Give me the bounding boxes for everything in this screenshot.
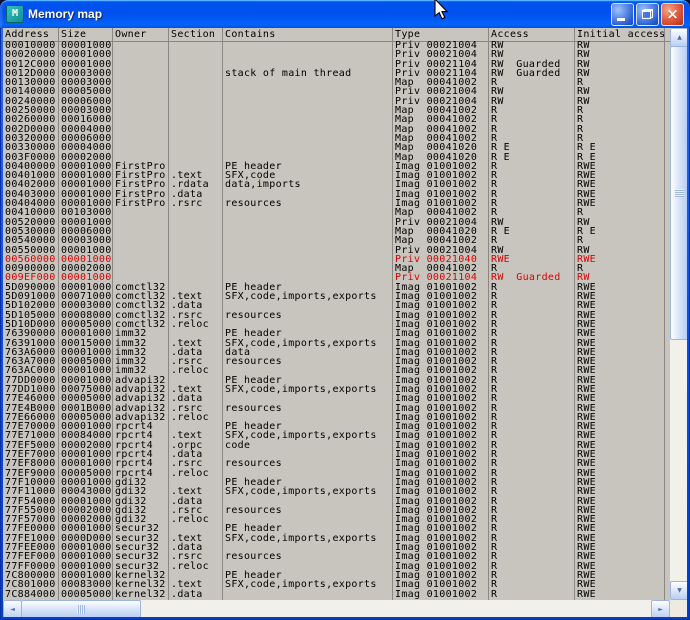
cell-section: .reloc <box>171 320 209 330</box>
cell-owner: kernel32 <box>115 590 166 600</box>
client-area: Address Size Owner Section Contains Type Acces… <box>3 28 687 617</box>
cell-contains: resources <box>225 199 282 209</box>
mouse-cursor <box>431 0 449 23</box>
cell-contains: resources <box>225 357 282 367</box>
cell-contains: resources <box>225 311 282 321</box>
restore-icon <box>642 9 653 19</box>
cell-section: .rsrc <box>171 199 203 209</box>
horizontal-scrollbar[interactable]: ◄ ► <box>3 600 670 617</box>
cell-contains: stack of main thread <box>225 69 351 79</box>
down-arrow-icon: ▼ <box>677 588 682 594</box>
left-arrow-icon: ◄ <box>10 607 15 613</box>
column-header-owner[interactable]: Owner <box>115 29 147 40</box>
table-row[interactable]: 7C884000 00005000kernel32 .data Imag 010010… <box>3 591 670 600</box>
window-title: Memory map <box>28 7 607 21</box>
cell-access: RW Guarded <box>491 69 561 79</box>
cell-section: .data <box>171 590 203 600</box>
cell-size: 00005000 <box>61 590 112 600</box>
scroll-right-button[interactable]: ► <box>651 600 670 617</box>
cell-contains: code <box>225 441 250 451</box>
memory-map-icon-letter: M <box>12 9 18 19</box>
cell-access: RW Guarded <box>491 273 561 283</box>
scroll-up-button[interactable]: ▲ <box>670 28 687 47</box>
vertical-scroll-thumb[interactable] <box>670 46 687 340</box>
close-button[interactable]: × <box>661 3 684 26</box>
cell-type: Imag 01001002 <box>395 590 477 600</box>
cell-section: .reloc <box>171 366 209 376</box>
cell-contains: SFX,code,imports,exports <box>225 534 377 544</box>
column-header-access[interactable]: Access <box>491 29 529 40</box>
column-header-type[interactable]: Type <box>395 29 420 40</box>
minimize-button[interactable] <box>611 3 634 26</box>
minimize-icon <box>617 18 625 21</box>
cell-contains: resources <box>225 552 282 562</box>
memory-map-icon[interactable]: M <box>6 5 24 23</box>
column-header-section[interactable]: Section <box>171 29 215 40</box>
table-body: 0001000000001000Priv 00021004RWRW0002000… <box>3 42 670 600</box>
cell-address: 7C884000 <box>5 590 56 600</box>
column-header-initial[interactable]: Initial access <box>577 29 666 40</box>
column-header-address[interactable]: Address <box>5 29 49 40</box>
cell-owner: FirstPro <box>115 199 166 209</box>
cell-access: R <box>491 590 497 600</box>
cell-contains: SFX,code,imports,exports <box>225 292 377 302</box>
cell-contains: SFX,code,imports,exports <box>225 385 377 395</box>
vertical-scrollbar[interactable]: ▲ ▼ <box>670 28 687 600</box>
window-controls: × <box>611 3 684 26</box>
up-arrow-icon: ▲ <box>677 35 682 41</box>
cell-contains: SFX,code,imports,exports <box>225 580 377 590</box>
titlebar[interactable]: M Memory map × <box>0 0 690 28</box>
horizontal-scroll-thumb[interactable] <box>21 600 141 617</box>
memory-map-window: M Memory map × Address Size Owner Section Co… <box>0 0 690 620</box>
scrollbar-corner <box>670 600 687 617</box>
cell-contains: resources <box>225 506 282 516</box>
memory-table: Address Size Owner Section Contains Type Acces… <box>3 28 670 600</box>
column-header-contains[interactable]: Contains <box>225 29 276 40</box>
scroll-left-button[interactable]: ◄ <box>3 600 22 617</box>
close-icon: × <box>666 7 679 22</box>
cell-section: .reloc <box>171 515 209 525</box>
cell-initial: RWE <box>577 590 596 600</box>
restore-button[interactable] <box>636 3 659 26</box>
right-arrow-icon: ► <box>658 607 663 613</box>
column-header-size[interactable]: Size <box>61 29 86 40</box>
cell-section: .reloc <box>171 413 209 423</box>
cell-contains: SFX,code,imports,exports <box>225 487 377 497</box>
scroll-down-button[interactable]: ▼ <box>670 581 687 600</box>
cell-section: .reloc <box>171 562 209 572</box>
cell-section: .reloc <box>171 469 209 479</box>
cell-contains: resources <box>225 459 282 469</box>
cell-contains: data,imports <box>225 180 301 190</box>
cell-contains: resources <box>225 404 282 414</box>
